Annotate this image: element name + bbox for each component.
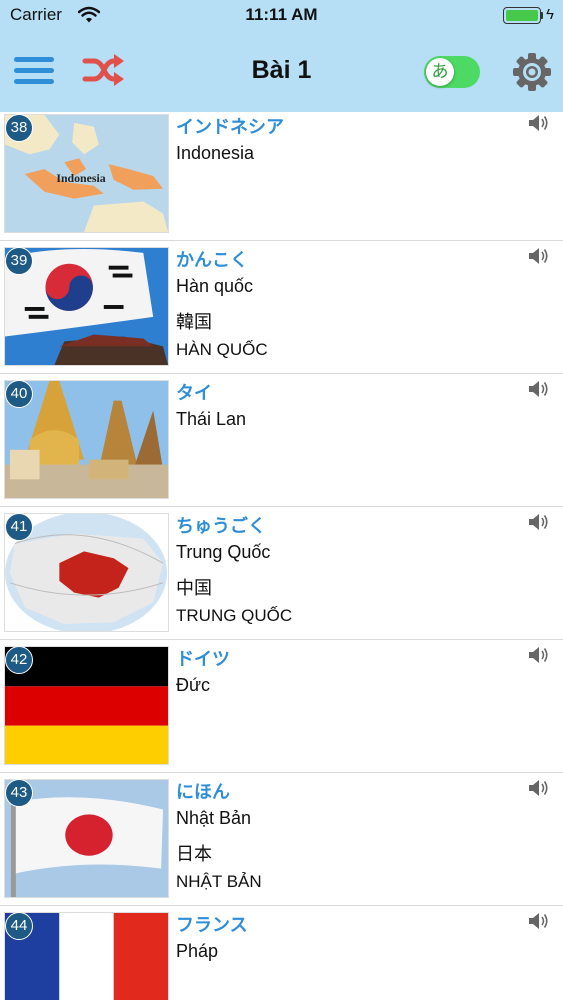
list-item[interactable]: 41 ちゅうごく Trung Quốc 中国 TRUNG QUỐC [0, 507, 563, 640]
top-bar: Carrier 11:11 AM ϟ Bài 1 あ [0, 0, 563, 112]
item-number: 42 [5, 646, 33, 674]
item-kana: ちゅうごく [176, 516, 266, 536]
list-item[interactable]: 42 ドイツ Đức [0, 640, 563, 773]
item-meaning: Thái Lan [176, 409, 247, 429]
speaker-icon[interactable] [528, 114, 550, 132]
battery-icon [503, 7, 541, 24]
list-item[interactable]: 44 フランス Pháp [0, 906, 563, 1000]
list-item[interactable]: 39 かんこく Hàn quốc 韓国 HÀN QUỐC [0, 241, 563, 374]
item-kanji: 韓国 [176, 312, 212, 332]
list-item[interactable]: Indonesia 38 インドネシア Indonesia [0, 112, 563, 241]
charging-icon: ϟ [546, 6, 554, 23]
item-number: 38 [5, 114, 33, 142]
item-kana: にほん [176, 782, 230, 802]
item-kana: ドイツ [176, 649, 230, 669]
speaker-icon[interactable] [528, 912, 550, 930]
status-time: 11:11 AM [245, 5, 318, 24]
item-meaning: Trung Quốc [176, 542, 271, 562]
speaker-icon[interactable] [528, 646, 550, 664]
item-number: 39 [5, 247, 33, 275]
navigation-bar: Bài 1 あ [0, 30, 563, 112]
item-kana: かんこく [176, 250, 248, 270]
speaker-icon[interactable] [528, 779, 550, 797]
item-meaning: Nhật Bản [176, 808, 252, 828]
item-meaning: Indonesia [176, 143, 255, 163]
map-country-label: Indonesia [56, 171, 105, 185]
item-kana: タイ [176, 383, 212, 403]
item-number: 41 [5, 513, 33, 541]
item-kana: フランス [176, 915, 248, 935]
item-meaning: Pháp [176, 941, 219, 961]
item-hanviet: NHẬT BẢN [176, 872, 262, 891]
item-number: 43 [5, 779, 33, 807]
toggle-knob: あ [426, 58, 454, 86]
item-number: 44 [5, 912, 33, 940]
item-hanviet: HÀN QUỐC [176, 340, 268, 359]
speaker-icon[interactable] [528, 247, 550, 265]
settings-gear-icon[interactable] [512, 52, 552, 92]
item-hanviet: TRUNG QUỐC [176, 606, 293, 625]
item-kana: インドネシア [176, 117, 284, 137]
list-item[interactable]: 43 にほん Nhật Bản 日本 NHẬT BẢN [0, 773, 563, 906]
list-item[interactable]: 40 タイ Thái Lan [0, 374, 563, 507]
item-kanji: 中国 [176, 578, 212, 598]
status-bar: Carrier 11:11 AM ϟ [0, 0, 563, 30]
furigana-toggle[interactable]: あ [424, 56, 480, 88]
speaker-icon[interactable] [528, 513, 550, 531]
item-meaning: Đức [176, 675, 211, 695]
item-kanji: 日本 [176, 844, 212, 864]
item-number: 40 [5, 380, 33, 408]
vocabulary-list[interactable]: Indonesia 38 インドネシア Indonesia 39 かんこく Hà… [0, 112, 563, 1000]
item-meaning: Hàn quốc [176, 276, 254, 296]
speaker-icon[interactable] [528, 380, 550, 398]
